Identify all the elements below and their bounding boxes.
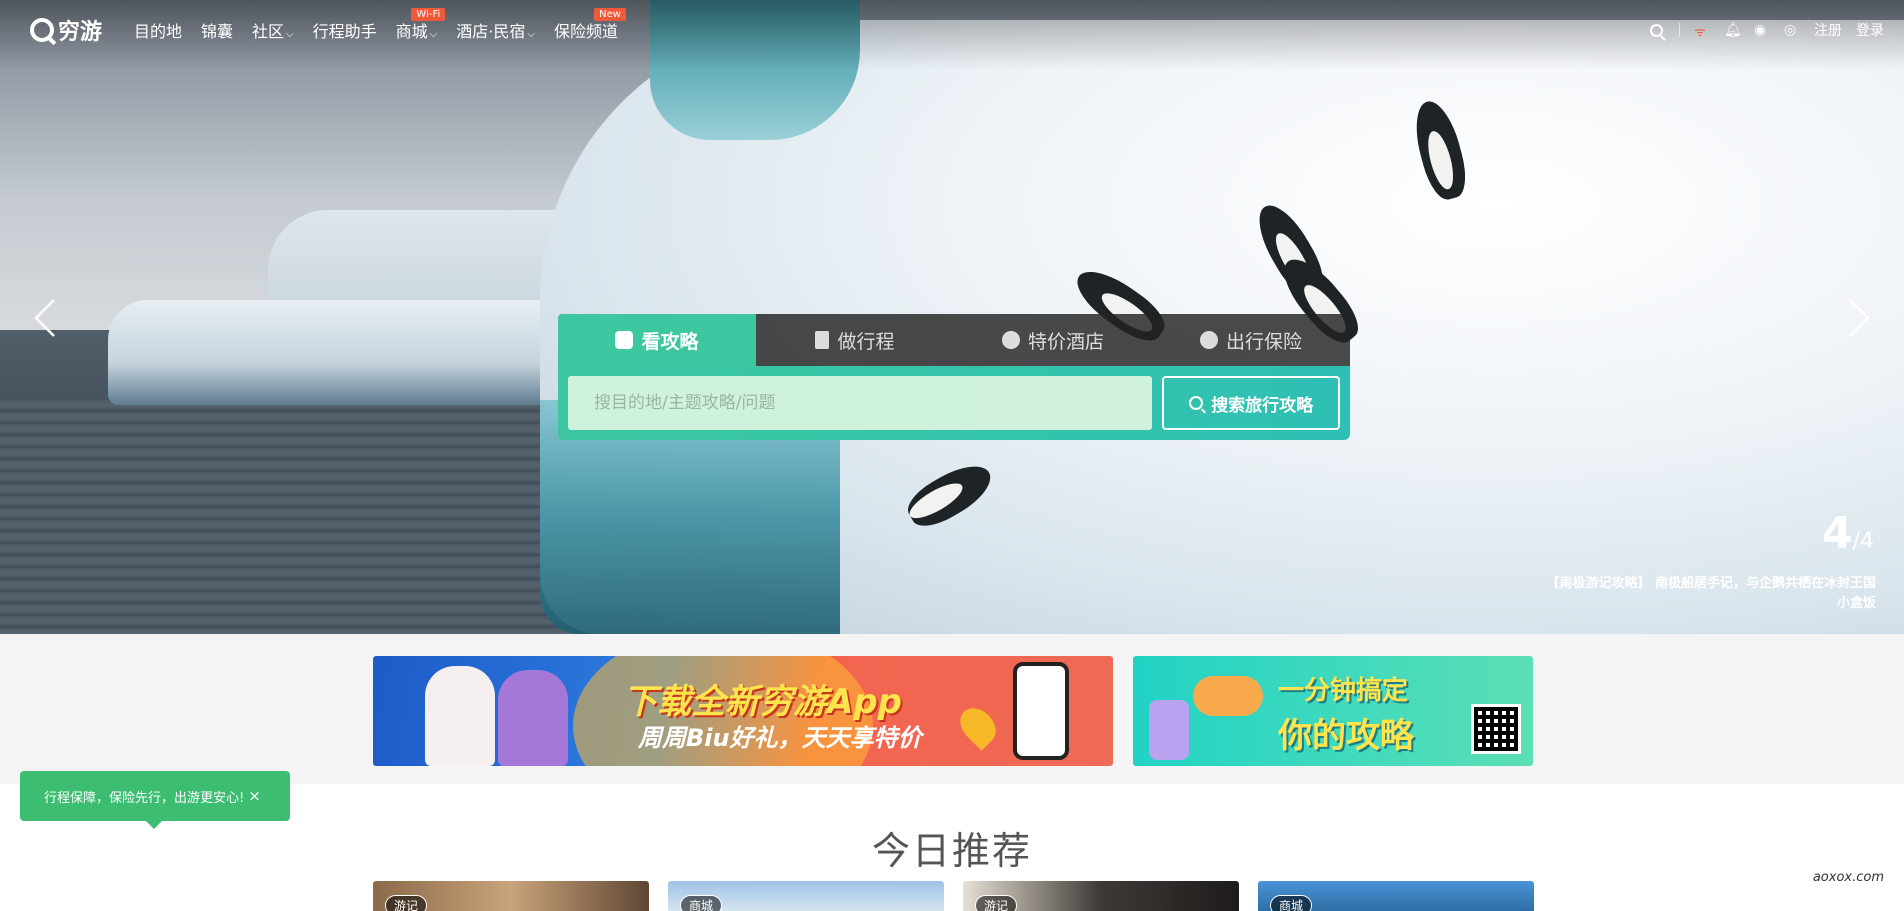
chevron-down-icon: ⌵ <box>286 29 294 40</box>
suitcase-illustration <box>1149 700 1189 760</box>
app-banner-subtitle: 周周Biu好礼，天天享特价 <box>638 724 922 752</box>
illustration-person <box>498 670 568 766</box>
nav-item-label: 社区 <box>252 22 285 41</box>
insurance-tip-toast[interactable]: 行程保障，保险先行，出游更安心! × <box>20 771 290 829</box>
section-title: 今日推荐 <box>871 829 1032 873</box>
search-body: 搜索旅行攻略 <box>558 366 1350 440</box>
tab-itinerary[interactable]: 做行程 <box>756 314 954 366</box>
card-tag: 游记 <box>975 895 1018 911</box>
logo-text: 穷游 <box>58 20 103 45</box>
divider <box>1679 23 1680 37</box>
quick-guide-title-2: 你的攻略 <box>1278 716 1414 756</box>
weibo-rss-icon[interactable]: ᯤ <box>1694 22 1710 40</box>
search-panel: 看攻略 做行程 特价酒店 出行保险 搜索旅行攻略 <box>558 314 1350 440</box>
nav-item-label: 目的地 <box>134 22 183 41</box>
nav-item-label: 商城 <box>395 22 428 41</box>
header-tools: ᯤ 🔔︎ ◉ ◎ 注册 登录 <box>1636 20 1884 40</box>
register-link[interactable]: 注册 <box>1814 20 1842 40</box>
quick-guide-title: 一分钟搞定 <box>1278 676 1409 706</box>
search-icon <box>1189 396 1204 410</box>
document-icon <box>815 331 830 349</box>
nav-item-trip-assistant[interactable]: 行程助手 <box>313 18 377 42</box>
app-banner-title: 下载全新穷游App <box>623 682 902 722</box>
card-tag: 商城 <box>680 895 723 911</box>
search-guides-button[interactable]: 搜索旅行攻略 <box>1162 376 1340 430</box>
slide-total: /4 <box>1852 529 1874 554</box>
tab-label: 特价酒店 <box>1027 330 1104 353</box>
main-menu: 目的地 锦囊 社区 ⌵ 行程助手 商城 ⌵ Wi-Fi 酒店·民宿 ⌵ 保险频道 New <box>134 8 637 42</box>
toast-text: 行程保障，保险先行，出游更安心! <box>44 790 245 806</box>
chevron-left-icon <box>34 299 55 337</box>
nav-item-label: 行程助手 <box>312 22 377 41</box>
recommend-card[interactable]: 商城 <box>668 881 944 911</box>
app-download-banner[interactable]: 下载全新穷游App 周周Biu好礼，天天享特价 <box>373 656 1113 766</box>
chevron-right-icon <box>1849 299 1870 337</box>
tab-guides[interactable]: 看攻略 <box>558 314 756 366</box>
tab-label: 出行保险 <box>1225 330 1302 353</box>
search-icon[interactable] <box>1650 23 1663 37</box>
slide-counter: 4/4 <box>1822 508 1874 559</box>
card-tag: 游记 <box>385 895 428 911</box>
slide-caption-author: 小盒饭 <box>1836 596 1876 611</box>
carousel-next-button[interactable] <box>1842 298 1872 338</box>
chevron-down-icon: ⌵ <box>527 29 535 40</box>
slide-caption-title: 【南极游记攻略】 南极船居手记，与企鹅共栖在冰封王国 <box>1546 576 1876 591</box>
tab-insurance[interactable]: 出行保险 <box>1152 314 1350 366</box>
recommend-cards: 游记 商城 游记 商城 <box>373 881 1553 911</box>
nav-item-hotels[interactable]: 酒店·民宿 ⌵ <box>456 18 535 42</box>
qr-code <box>1471 704 1521 754</box>
search-input[interactable] <box>568 376 1153 430</box>
shield-heart-icon <box>1199 331 1218 349</box>
login-link[interactable]: 登录 <box>1856 20 1884 40</box>
quick-guide-banner[interactable]: 一分钟搞定 你的攻略 <box>1133 656 1533 766</box>
recommend-card[interactable]: 游记 <box>373 881 649 911</box>
search-button-label: 搜索旅行攻略 <box>1211 395 1314 416</box>
phone-illustration <box>1013 662 1069 760</box>
chevron-down-icon: ⌵ <box>429 29 438 40</box>
nav-item-guides[interactable]: 锦囊 <box>201 18 233 42</box>
illustration-person <box>425 666 495 766</box>
calendar-icon <box>615 331 634 349</box>
tab-hotels[interactable]: 特价酒店 <box>954 314 1152 366</box>
nav-item-label: 酒店·民宿 <box>456 22 526 41</box>
site-logo[interactable]: 穷游 <box>30 14 102 46</box>
nav-item-community[interactable]: 社区 ⌵ <box>252 18 294 42</box>
weibo-icon[interactable]: ◎ <box>1784 22 1800 38</box>
hotel-icon <box>1001 331 1020 349</box>
wifi-badge: Wi-Fi <box>411 8 446 21</box>
new-badge: New <box>594 8 626 21</box>
slide-current: 4 <box>1821 508 1853 559</box>
nav-item-destination[interactable]: 目的地 <box>134 18 182 42</box>
close-icon[interactable]: × <box>248 787 261 805</box>
wechat-icon[interactable]: ◉ <box>1754 22 1770 38</box>
search-tabs: 看攻略 做行程 特价酒店 出行保险 <box>558 314 1350 366</box>
promo-banners: 下载全新穷游App 周周Biu好礼，天天享特价 一分钟搞定 你的攻略 <box>0 634 1904 784</box>
card-tag: 商城 <box>1270 895 1313 911</box>
logo-q-icon <box>30 18 54 42</box>
recommend-card[interactable]: 游记 <box>963 881 1239 911</box>
nav-item-mall[interactable]: 商城 ⌵ Wi-Fi <box>395 8 446 42</box>
plane-illustration <box>1193 676 1263 716</box>
qq-icon[interactable]: 🔔︎ <box>1724 22 1742 38</box>
nav-item-label: 锦囊 <box>201 22 234 41</box>
slide-caption[interactable]: 【南极游记攻略】 南极船居手记，与企鹅共栖在冰封王国 小盒饭 <box>1546 574 1876 614</box>
carousel-prev-button[interactable] <box>32 298 62 338</box>
tab-label: 看攻略 <box>641 330 699 353</box>
nav-item-insurance[interactable]: 保险频道 New <box>553 8 626 42</box>
recommend-card[interactable]: 商城 <box>1258 881 1534 911</box>
location-pin-icon <box>953 701 1003 751</box>
tab-label: 做行程 <box>837 330 895 353</box>
nav-item-label: 保险频道 <box>553 22 618 41</box>
top-navbar: 穷游 目的地 锦囊 社区 ⌵ 行程助手 商城 ⌵ Wi-Fi 酒店·民宿 ⌵ 保险频道 N… <box>0 0 1904 60</box>
watermark: aoxox.com <box>1812 870 1884 885</box>
